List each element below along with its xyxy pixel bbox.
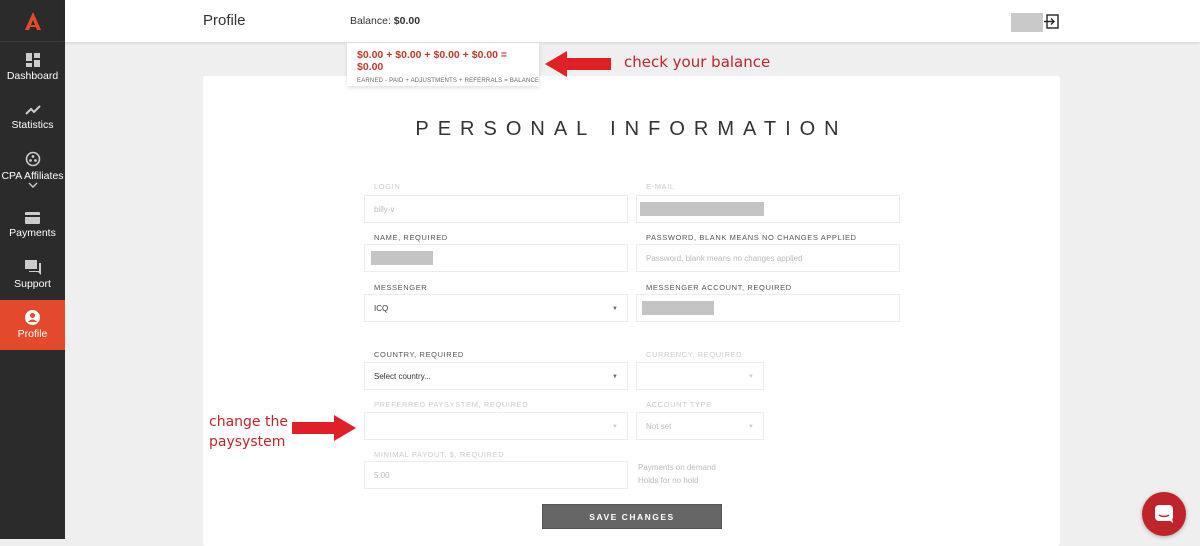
arrow-right-annotation-icon [292, 415, 356, 441]
account-type-label: ACCOUNT TYPE [646, 400, 712, 409]
country-select[interactable]: Select country... ▼ [364, 362, 628, 390]
account-type-value: Not set [646, 421, 672, 431]
sidebar-item-cpa-affiliates[interactable]: CPA Affiliates [0, 142, 65, 200]
credit-card-icon [25, 211, 40, 224]
messenger-account-label: MESSENGER ACCOUNT, REQUIRED [646, 283, 792, 292]
caret-down-icon: ▼ [748, 424, 754, 430]
balance-value: $0.00 [393, 15, 421, 27]
sidebar-item-label: Payments [9, 226, 56, 239]
caret-down-icon: ▼ [612, 306, 618, 312]
sidebar-item-label: Dashboard [6, 69, 59, 82]
profile-card: PERSONAL INFORMATION LOGIN billy-v E-MAI… [203, 76, 1060, 546]
paysystem-label: PREFERRED PAYSYSTEM, REQUIRED [374, 400, 529, 409]
save-changes-button[interactable]: SAVE CHANGES [542, 504, 722, 529]
country-label: COUNTRY, REQUIRED [374, 350, 464, 359]
sidebar: Dashboard Statistics CPA Affiliates Paym… [0, 0, 65, 539]
minimal-payout-input[interactable]: 5.00 [364, 461, 628, 489]
annotation-balance: check your balance [624, 53, 771, 71]
logo[interactable] [0, 0, 65, 42]
logo-icon [24, 11, 41, 30]
login-label: LOGIN [374, 182, 401, 191]
messenger-select[interactable]: ICQ ▼ [364, 294, 628, 322]
email-input[interactable] [636, 195, 900, 223]
account-type-select[interactable]: Not set ▼ [636, 412, 764, 440]
chat-icon [1155, 505, 1173, 523]
password-input[interactable]: Password, blank means no changes applied [636, 244, 900, 272]
redacted-value [371, 251, 433, 265]
sidebar-item-payments[interactable]: Payments [0, 200, 65, 250]
email-label: E-MAIL [646, 182, 675, 191]
sidebar-item-statistics[interactable]: Statistics [0, 92, 65, 142]
caret-down-icon: ▼ [748, 374, 754, 380]
messenger-account-input[interactable] [636, 294, 900, 322]
password-label: PASSWORD, BLANK MEANS NO CHANGES APPLIED [646, 233, 857, 242]
minimal-payout-label: MINIMAL PAYOUT, $, REQUIRED [374, 450, 505, 459]
note-payments: Payments on demand [638, 463, 716, 472]
chat-bubbles-icon [24, 260, 41, 275]
sidebar-item-label: Profile [17, 328, 48, 340]
redacted-value [642, 301, 714, 315]
country-value: Select country... [374, 371, 431, 381]
annotation-paysystem: change the paysystem [209, 414, 288, 450]
currency-select[interactable]: ▼ [636, 362, 764, 390]
balance[interactable]: Balance: $0.00 [350, 15, 420, 27]
balance-sum: $0.00 + $0.00 + $0.00 + $0.00 = $0.00 [357, 49, 508, 73]
page-title: Profile [203, 12, 246, 29]
messenger-label: MESSENGER [374, 283, 428, 292]
sidebar-item-label: CPA Affiliates [1, 170, 64, 182]
messenger-value: ICQ [374, 303, 389, 313]
affiliates-icon [25, 151, 40, 167]
sidebar-item-label: Support [14, 278, 51, 290]
avatar[interactable] [1011, 13, 1043, 32]
name-label: NAME, REQUIRED [374, 233, 448, 242]
balance-label: Balance: [350, 15, 391, 27]
paysystem-select[interactable]: ▼ [364, 412, 628, 440]
note-holds: Holds for no hold [638, 476, 699, 485]
login-input[interactable]: billy-v [364, 195, 628, 223]
sidebar-item-label: Statistics [11, 118, 54, 131]
section-heading: PERSONAL INFORMATION [415, 118, 848, 140]
arrow-left-annotation-icon [545, 51, 611, 77]
caret-down-icon: ▼ [612, 424, 618, 430]
sidebar-item-profile[interactable]: Profile [0, 300, 65, 350]
caret-down-icon: ▼ [612, 374, 618, 380]
redacted-value [640, 202, 764, 216]
balance-legend: EARNED - PAID + ADJUSTMENTS + REFERRALS … [357, 78, 540, 84]
trending-up-icon [24, 104, 41, 115]
balance-popup: $0.00 + $0.00 + $0.00 + $0.00 = $0.00 EA… [347, 43, 539, 86]
chat-widget-button[interactable] [1142, 492, 1186, 536]
logout-icon[interactable] [1044, 14, 1059, 29]
name-input[interactable] [364, 244, 628, 272]
header: Profile Balance: $0.00 [65, 0, 1200, 42]
sidebar-item-dashboard[interactable]: Dashboard [0, 42, 65, 92]
user-icon [25, 310, 40, 325]
payout-notes: Payments on demand Holds for no hold [638, 461, 716, 487]
currency-label: CURRENCY, REQUIRED [646, 350, 743, 359]
chevron-down-icon[interactable] [28, 182, 38, 188]
dashboard-icon [25, 52, 40, 67]
sidebar-item-support[interactable]: Support [0, 250, 65, 300]
